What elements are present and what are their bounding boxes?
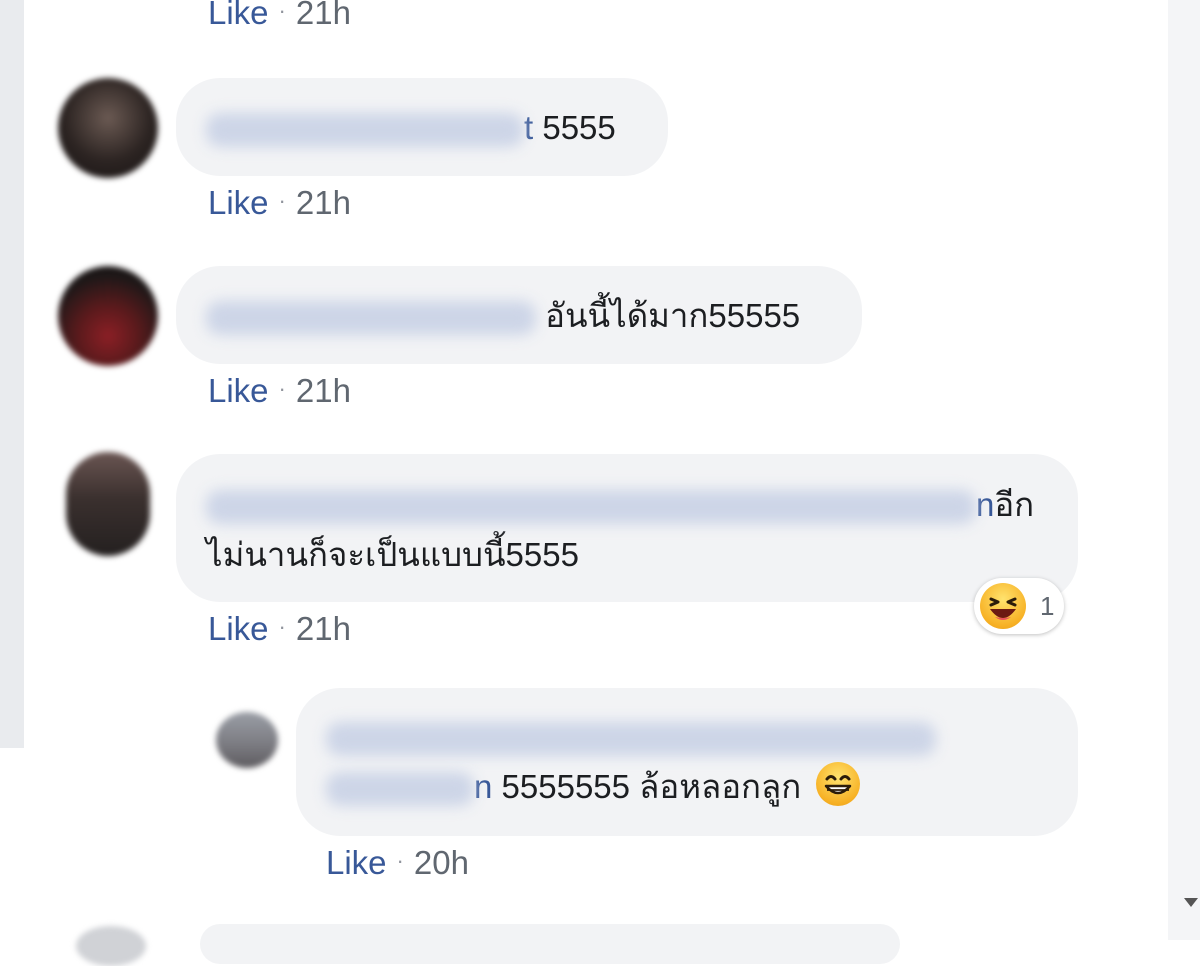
comment-timestamp[interactable]: 21h	[296, 0, 351, 31]
meta-separator: ·	[396, 848, 404, 873]
like-link[interactable]: Like	[208, 184, 269, 221]
avatar[interactable]	[58, 78, 158, 178]
scrollbar-track[interactable]	[1168, 0, 1200, 940]
meta-separator: ·	[278, 614, 286, 639]
comment-meta: Like · 21h	[208, 610, 351, 648]
comment-meta: Like · 21h	[208, 372, 351, 410]
avatar[interactable]	[66, 452, 150, 556]
comment-feed: Like · 21h t 5555 Like · 21h อันนี้ได้มาก555…	[0, 0, 1168, 966]
comment-text: อันนี้ได้มาก55555	[545, 297, 801, 334]
meta-separator: ·	[278, 0, 286, 23]
commenter-name-blurred[interactable]	[206, 490, 976, 525]
avatar[interactable]	[58, 266, 158, 366]
reply-bubble: n 5555555 ล้อหลอกลูก	[296, 688, 1078, 836]
meta-separator: ·	[278, 188, 286, 213]
replier-name-blurred[interactable]	[326, 772, 474, 807]
comment-meta: Like · 21h	[208, 0, 351, 32]
replier-name-blurred[interactable]	[326, 722, 936, 757]
comment-bubble: nอีก ไม่นานก็จะเป็นแบบนี้5555	[176, 454, 1078, 602]
comment-bubble: อันนี้ได้มาก55555	[176, 266, 862, 364]
avatar[interactable]	[76, 926, 146, 966]
comment-timestamp[interactable]: 21h	[296, 610, 351, 647]
comment-bubble: t 5555	[176, 78, 668, 176]
scroll-down-arrow-icon[interactable]	[1184, 898, 1198, 907]
reaction-summary[interactable]: 1	[974, 578, 1065, 634]
like-link[interactable]: Like	[326, 844, 387, 881]
comment-text-line1: อีก	[994, 486, 1035, 523]
replier-name[interactable]: n	[474, 768, 492, 805]
like-link[interactable]: Like	[208, 0, 269, 31]
commenter-name[interactable]: t	[524, 109, 533, 146]
like-link[interactable]: Like	[208, 372, 269, 409]
comment-timestamp[interactable]: 21h	[296, 184, 351, 221]
commenter-name-blurred[interactable]	[206, 301, 536, 336]
laughing-emoji-icon	[980, 583, 1026, 629]
comment-text-line2: ไม่นานก็จะเป็นแบบนี้5555	[206, 536, 579, 573]
commenter-name-blurred[interactable]	[206, 113, 524, 148]
like-link[interactable]: Like	[208, 610, 269, 647]
comment-timestamp[interactable]: 21h	[296, 372, 351, 409]
comment-bubble-partial	[200, 924, 900, 964]
reaction-count: 1	[1040, 590, 1055, 621]
reply-timestamp[interactable]: 20h	[414, 844, 469, 881]
comment-text: 5555	[542, 109, 616, 146]
grinning-emoji-icon	[816, 762, 861, 806]
comment-meta: Like · 21h	[208, 184, 351, 222]
avatar[interactable]	[216, 712, 278, 768]
reply-text: 5555555 ล้อหลอกลูก	[501, 768, 802, 805]
commenter-name[interactable]: n	[976, 486, 994, 523]
reply-meta: Like · 20h	[326, 844, 469, 882]
meta-separator: ·	[278, 376, 286, 401]
